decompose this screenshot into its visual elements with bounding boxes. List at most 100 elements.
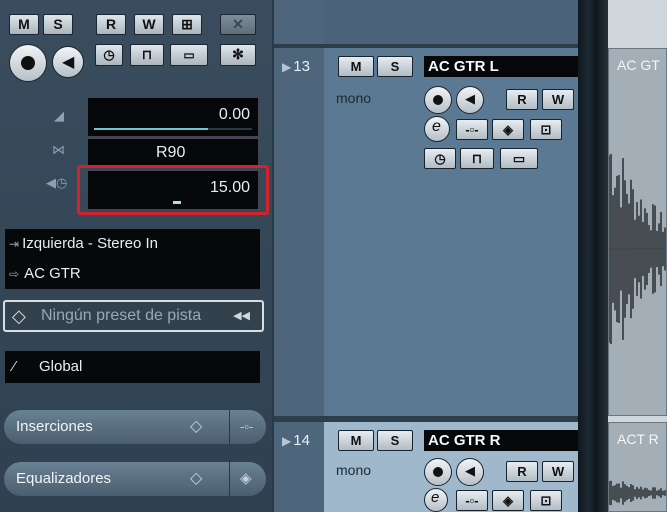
track-lanes-button[interactable]: ▭: [500, 148, 538, 169]
inserts-edit-icon[interactable]: -▫-: [240, 410, 253, 444]
record-enable-button[interactable]: [9, 44, 47, 82]
lock-button[interactable]: ⊓: [130, 44, 164, 66]
track-mute-button[interactable]: M: [338, 430, 374, 451]
sends-icon: ⊡: [540, 493, 552, 508]
input-routing[interactable]: ⇥ Izquierda - Stereo In: [5, 229, 260, 259]
eq-icon: ◈: [503, 493, 513, 508]
track-list: ▶ 13 M S AC GTR L mono ◀ R W e -▫- ◈ ⊡ ◷ …: [274, 0, 578, 512]
output-routing[interactable]: ⇨ AC GTR: [5, 259, 260, 289]
track-preset-selector[interactable]: ◇ Ningún preset de pista ◀◀: [3, 300, 264, 332]
waveform: [609, 480, 666, 506]
inspector-read-button[interactable]: R: [96, 14, 126, 35]
sends-icon: ⊡: [540, 122, 552, 137]
eq-edit-icon[interactable]: ◈: [240, 462, 252, 496]
track-monitor-button[interactable]: ◀: [456, 458, 484, 486]
input-route-label: Izquierda - Stereo In: [22, 235, 158, 252]
track-lock-button[interactable]: ⊓: [460, 148, 494, 169]
lanes-icon: ▭: [183, 48, 195, 62]
output-route-icon: ⇨: [9, 267, 20, 281]
track-write-button[interactable]: W: [542, 89, 574, 110]
track-edit-button[interactable]: e: [424, 488, 448, 512]
automation-mode-label: Global: [39, 358, 83, 375]
automation-mode-selector[interactable]: ⁄ Global: [5, 351, 260, 383]
inspector-disable-button[interactable]: ✕: [220, 14, 256, 35]
track-expand-icon[interactable]: ▶: [282, 434, 291, 448]
record-dot-icon: [433, 467, 443, 477]
inspector-mute-button[interactable]: M: [9, 14, 39, 35]
freeze-button[interactable]: ✻: [220, 44, 256, 66]
track-eq-button[interactable]: ◈: [492, 119, 524, 140]
track-expand-icon[interactable]: ▶: [282, 60, 291, 74]
automation-curve-icon: ⁄: [13, 358, 16, 375]
edit-e-icon: e: [432, 118, 441, 135]
track-edit-button[interactable]: e: [424, 116, 450, 142]
speaker-icon: ◀: [465, 91, 475, 106]
track-name[interactable]: AC GTR R: [424, 430, 578, 451]
splitter[interactable]: [578, 0, 608, 512]
inspector-grid-button[interactable]: ⊞: [172, 14, 202, 35]
track-sends-button[interactable]: ⊡: [530, 119, 562, 140]
audio-event[interactable]: ACT R: [608, 422, 667, 512]
eq-icon: ◈: [503, 122, 513, 137]
volume-fader[interactable]: 0.00: [87, 97, 259, 137]
volume-level: [94, 128, 208, 130]
track-write-button[interactable]: W: [542, 461, 574, 482]
track-inserts-button[interactable]: -▫-: [456, 119, 488, 140]
track-record-button[interactable]: [424, 458, 452, 486]
track-record-button[interactable]: [424, 86, 452, 114]
track-number: ▶ 13: [282, 58, 310, 75]
eq-bypass-icon[interactable]: ◇: [190, 462, 202, 496]
inspector-solo-button[interactable]: S: [43, 14, 73, 35]
snowflake-icon: ✻: [232, 46, 244, 62]
track-inspector: M S R W ⊞ ✕ ◀ ◷ ⊓ ▭ ✻ ◢ 0.00 ⋈ R90 ◀◷ 15…: [0, 0, 272, 512]
track-number: ▶ 14: [282, 432, 310, 449]
track-channel: mono: [336, 90, 372, 106]
track-solo-button[interactable]: S: [377, 56, 413, 77]
track-read-button[interactable]: R: [506, 89, 538, 110]
output-route-label: AC GTR: [24, 265, 81, 282]
pan-control[interactable]: R90: [87, 138, 259, 168]
track-read-button[interactable]: R: [506, 461, 538, 482]
delay-icon: ◀◷: [46, 175, 68, 190]
input-route-icon: ⇥: [9, 237, 20, 251]
lock-icon: ⊓: [471, 151, 483, 166]
lanes-icon: ▭: [512, 151, 526, 166]
track-solo-button[interactable]: S: [377, 430, 413, 451]
volume-icon: ◢: [54, 108, 64, 123]
track-name[interactable]: AC GTR L: [424, 56, 578, 77]
event-display: AC GT ACT R: [608, 0, 667, 512]
lanes-button[interactable]: ▭: [170, 44, 208, 66]
inserts-bypass-icon[interactable]: ◇: [190, 410, 202, 444]
inserts-icon: -▫-: [465, 493, 479, 508]
speaker-icon: ◀: [465, 463, 475, 478]
track-sends-button[interactable]: ⊡: [530, 490, 562, 511]
track-monitor-button[interactable]: ◀: [456, 86, 484, 114]
inspector-write-button[interactable]: W: [134, 14, 164, 35]
track-mute-button[interactable]: M: [338, 56, 374, 77]
track-timebase-button[interactable]: ◷: [424, 148, 456, 169]
record-dot-icon: [21, 56, 35, 70]
clock-icon: ◷: [434, 151, 446, 166]
timebase-button[interactable]: ◷: [95, 44, 123, 66]
edit-e-icon: e: [431, 489, 440, 506]
track-inserts-button[interactable]: -▫-: [456, 490, 488, 511]
section-equalizers-label: Equalizadores: [16, 470, 112, 487]
audio-event[interactable]: AC GT: [608, 48, 667, 416]
track-eq-button[interactable]: ◈: [492, 490, 524, 511]
section-equalizers[interactable]: Equalizadores ◇ ◈: [4, 462, 266, 496]
speaker-icon: ◀: [62, 54, 75, 71]
inserts-icon: -▫-: [465, 122, 479, 137]
preset-diamond-icon: ◇: [12, 306, 26, 326]
preset-load-button[interactable]: ◀◀: [233, 302, 250, 330]
pan-value: R90: [156, 144, 186, 161]
waveform: [609, 153, 666, 345]
section-inserts[interactable]: Inserciones ◇ -▫-: [4, 410, 266, 444]
clock-icon: ◷: [103, 47, 115, 62]
event-label: ACT R: [617, 431, 659, 447]
monitor-button[interactable]: ◀: [52, 46, 84, 78]
volume-value: 0.00: [218, 106, 250, 123]
event-label: AC GT: [617, 57, 660, 73]
lock-icon: ⊓: [141, 47, 153, 62]
track-channel: mono: [336, 462, 372, 478]
highlight-box: [77, 165, 269, 215]
